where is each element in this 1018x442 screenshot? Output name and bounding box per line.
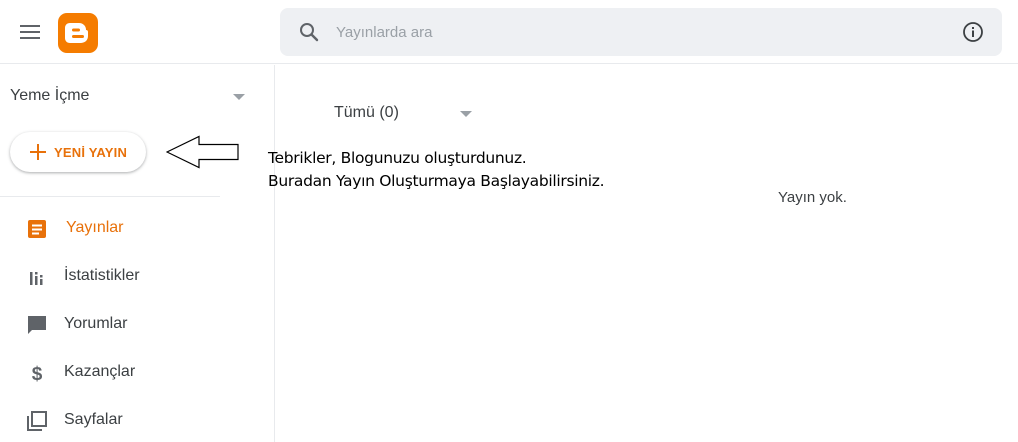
annotation-text: Tebrikler, Blogunuzu oluşturdunuz. Burad… [268, 147, 605, 193]
sidebar-item-label: İstatistikler [64, 267, 140, 284]
info-icon[interactable] [962, 21, 984, 43]
blog-name: Yeme İçme [10, 87, 90, 104]
new-post-button[interactable]: YENİ YAYIN [10, 132, 146, 172]
sidebar-item-label: Sayfalar [64, 411, 123, 428]
filter-label: Tümü (0) [334, 104, 399, 121]
hamburger-menu-icon[interactable] [16, 20, 44, 44]
sidebar-item-pages[interactable]: Sayfalar [0, 400, 270, 440]
sidebar-divider [0, 196, 220, 197]
dropdown-caret-icon[interactable] [460, 111, 472, 117]
dollar-icon: $ [26, 362, 48, 385]
sidebar-item-label: Yayınlar [66, 219, 124, 236]
sidebar-item-label: Kazançlar [64, 363, 136, 380]
posts-icon [26, 218, 48, 240]
stats-icon [26, 266, 48, 288]
sidebar: Yeme İçme YENİ YAYIN Yayınlar İstatistik… [0, 65, 275, 442]
blog-selector[interactable]: Yeme İçme [10, 85, 250, 109]
sidebar-item-stats[interactable]: İstatistikler [0, 256, 270, 296]
empty-state-message: Yayın yok. [778, 189, 847, 206]
dropdown-caret-icon[interactable] [233, 94, 245, 100]
sidebar-item-earnings[interactable]: $ Kazançlar [0, 352, 270, 392]
pages-icon [26, 410, 48, 432]
sidebar-item-label: Yorumlar [64, 315, 128, 332]
blogger-logo-icon[interactable] [58, 13, 98, 53]
search-input[interactable] [336, 20, 936, 44]
annotation-line: Buradan Yayın Oluşturmaya Başlayabilirsi… [268, 172, 605, 190]
svg-text:$: $ [32, 364, 43, 384]
post-filter-dropdown[interactable]: Tümü (0) [334, 102, 484, 126]
search-bar[interactable] [280, 8, 1002, 56]
new-post-label: YENİ YAYIN [54, 144, 128, 160]
plus-icon [28, 142, 48, 162]
sidebar-item-comments[interactable]: Yorumlar [0, 304, 270, 344]
sidebar-item-posts[interactable]: Yayınlar [0, 208, 270, 248]
comments-icon [26, 314, 48, 336]
annotation-line: Tebrikler, Blogunuzu oluşturdunuz. [268, 149, 527, 167]
arrow-left-icon [166, 135, 239, 169]
top-bar [0, 0, 1018, 64]
search-icon[interactable] [298, 21, 320, 43]
